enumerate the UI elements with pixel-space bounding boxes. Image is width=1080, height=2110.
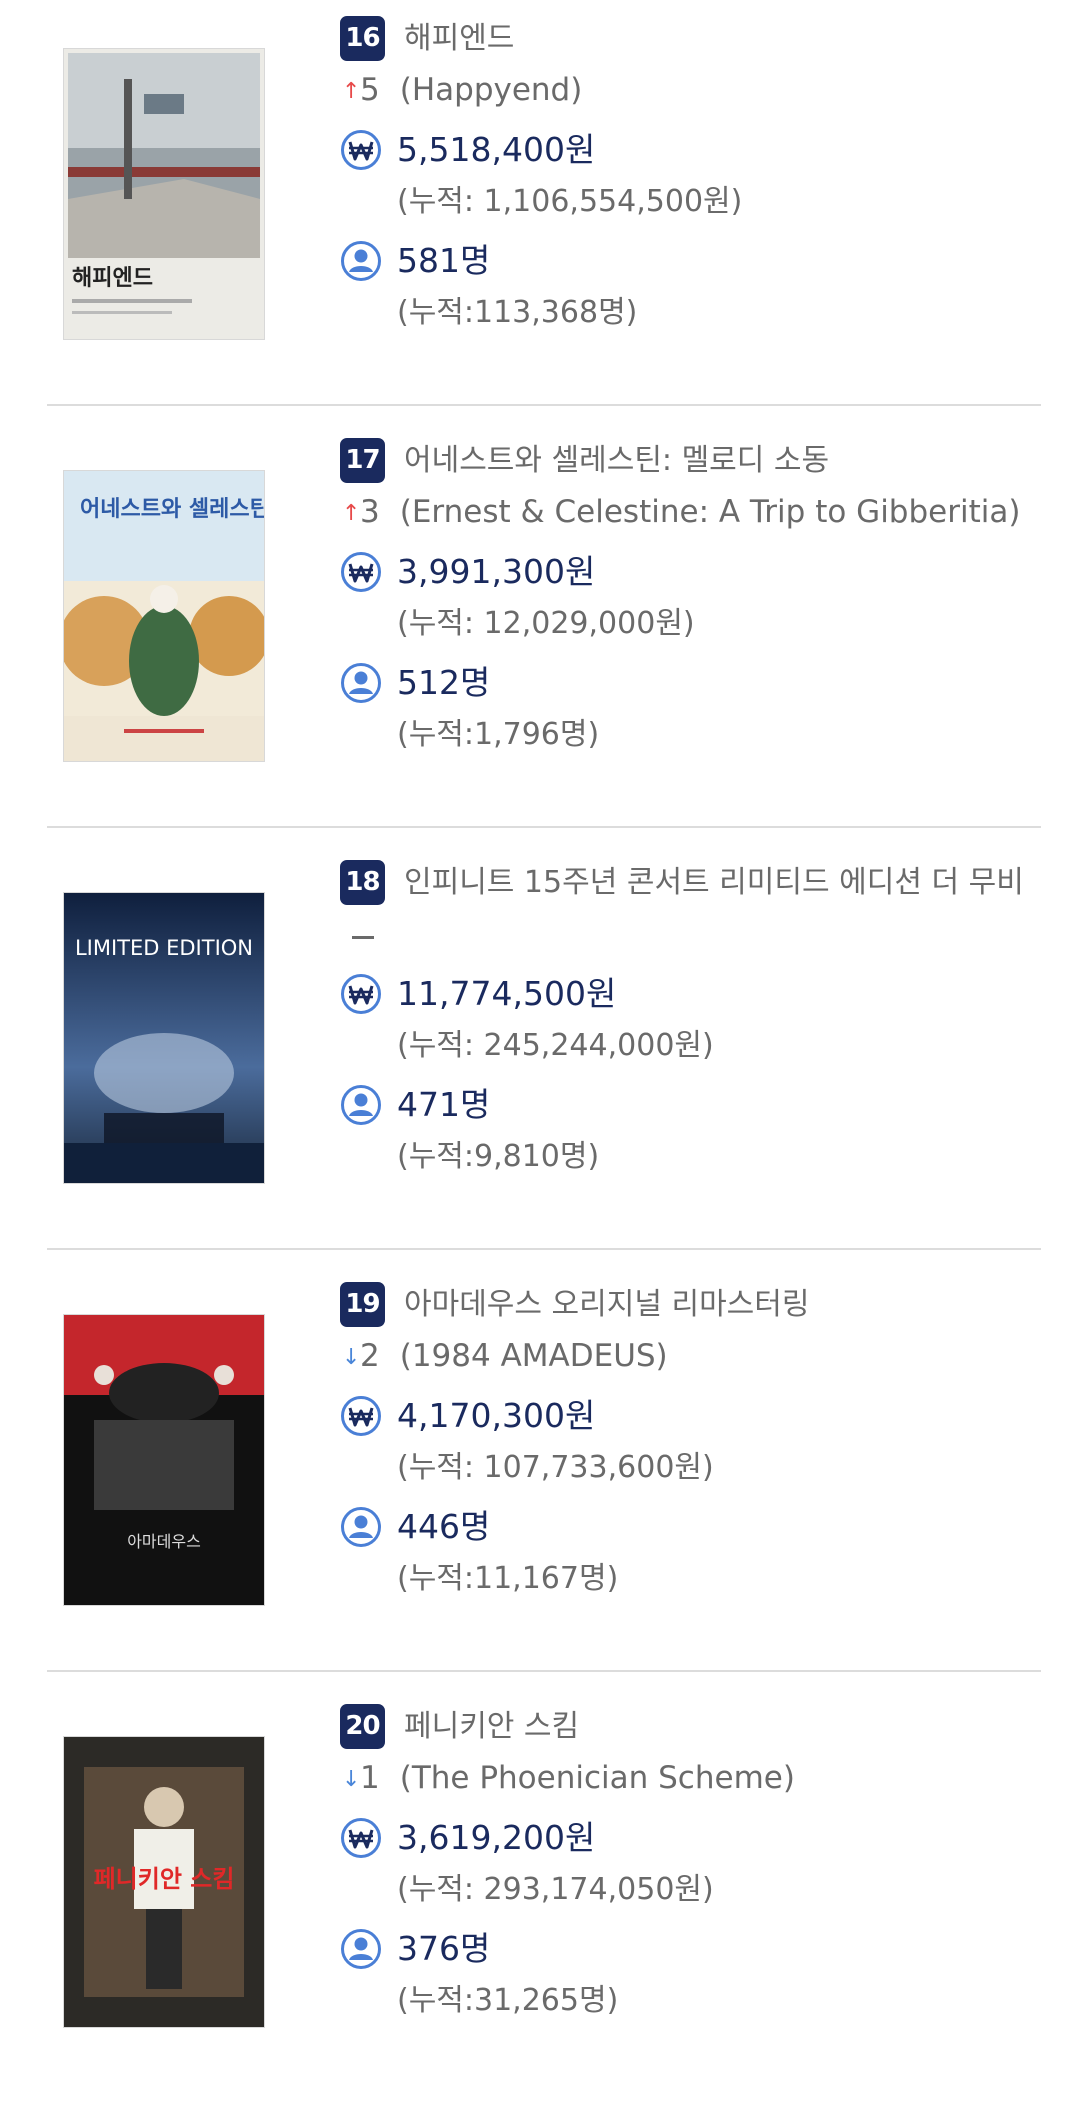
- cumulative-audience: (누적:1,796명): [397, 717, 600, 752]
- daily-audience: 446명: [397, 1507, 491, 1546]
- movie-poster[interactable]: 어네스트와 셀레스틴: [63, 470, 265, 762]
- rank-change: ↑3 (Ernest & Celestine: A Trip to Gibberi…: [342, 492, 1020, 534]
- rank-badge: 20: [340, 1704, 385, 1749]
- box-office-entry[interactable]: 해피엔드 16 해피엔드 ↑5 (Happyend) 5,518,400원 (누적…: [0, 0, 1080, 422]
- rank-badge: 18: [340, 860, 385, 905]
- poster-image: 아마데우스: [64, 1315, 264, 1605]
- original-title: (Happyend): [399, 72, 583, 108]
- divider: [47, 404, 1041, 406]
- arrow-down-icon: ↓: [342, 1767, 361, 1792]
- cumulative-sales: (누적: 293,174,050원): [397, 1872, 714, 1907]
- cumulative-sales: (누적: 107,733,600원): [397, 1450, 714, 1485]
- rank-change: ↓2 (1984 AMADEUS): [342, 1336, 668, 1378]
- daily-sales: 4,170,300원: [397, 1396, 596, 1435]
- arrow-down-icon: ↓: [342, 1345, 361, 1370]
- won-icon: [340, 1395, 382, 1437]
- person-icon: [340, 1928, 382, 1970]
- cumulative-audience: (누적:9,810명): [397, 1139, 600, 1174]
- won-icon: [340, 129, 382, 171]
- poster-image: 해피엔드: [64, 49, 264, 339]
- won-icon: [340, 1817, 382, 1859]
- won-icon: [340, 973, 382, 1015]
- movie-title[interactable]: 해피엔드: [404, 16, 514, 61]
- arrow-up-icon: ↑: [342, 79, 361, 104]
- person-icon: [340, 1506, 382, 1548]
- poster-image: 페니키안 스킴: [64, 1737, 264, 2027]
- person-icon: [340, 240, 382, 282]
- movie-title[interactable]: 아마데우스 오리지널 리마스터링: [404, 1282, 809, 1327]
- rank-change-amount: 2: [360, 1338, 380, 1374]
- poster-title: 아마데우스: [127, 1532, 201, 1551]
- box-office-entry[interactable]: LIMITED EDITION 18 인피니트 15주년 콘서트 리미티드 에디…: [0, 844, 1080, 1266]
- daily-audience: 581명: [397, 241, 491, 280]
- rank-change-amount: 5: [360, 72, 380, 108]
- original-title: (Ernest & Celestine: A Trip to Gibberiti…: [399, 494, 1021, 530]
- divider: [47, 826, 1041, 828]
- divider: [47, 1248, 1041, 1250]
- won-icon: [340, 551, 382, 593]
- cumulative-audience: (누적:11,167명): [397, 1561, 619, 1596]
- divider: [47, 1670, 1041, 1672]
- movie-title[interactable]: 페니키안 스킴: [404, 1704, 579, 1749]
- poster-title: 해피엔드: [72, 266, 153, 291]
- poster-title: 페니키안 스킴: [94, 1865, 235, 1893]
- movie-poster[interactable]: 아마데우스: [63, 1314, 265, 1606]
- original-title: (1984 AMADEUS): [399, 1338, 668, 1374]
- rank-badge: 16: [340, 16, 385, 61]
- cumulative-sales: (누적: 245,244,000원): [397, 1028, 714, 1063]
- daily-sales: 3,991,300원: [397, 552, 596, 591]
- original-title: (The Phoenician Scheme): [399, 1760, 795, 1796]
- no-change-indicator: [352, 936, 374, 939]
- daily-audience: 376명: [397, 1929, 491, 1968]
- person-icon: [340, 662, 382, 704]
- cumulative-sales: (누적: 12,029,000원): [397, 606, 695, 641]
- rank-change-amount: 1: [360, 1760, 380, 1796]
- daily-sales: 11,774,500원: [397, 974, 617, 1013]
- movie-poster[interactable]: 해피엔드: [63, 48, 265, 340]
- poster-image: 어네스트와 셀레스틴: [64, 471, 264, 761]
- daily-sales: 5,518,400원: [397, 130, 596, 169]
- poster-image: LIMITED EDITION: [64, 893, 264, 1183]
- movie-poster[interactable]: LIMITED EDITION: [63, 892, 265, 1184]
- box-office-entry[interactable]: 페니키안 스킴 20 페니키안 스킴 ↓1 (The Phoenician Sch…: [0, 1688, 1080, 2110]
- poster-title: 어네스트와 셀레스틴: [80, 497, 264, 522]
- cumulative-audience: (누적:113,368명): [397, 295, 638, 330]
- arrow-up-icon: ↑: [342, 501, 361, 526]
- cumulative-audience: (누적:31,265명): [397, 1983, 619, 2018]
- cumulative-sales: (누적: 1,106,554,500원): [397, 184, 743, 219]
- movie-poster[interactable]: 페니키안 스킴: [63, 1736, 265, 2028]
- box-office-entry[interactable]: 아마데우스 19 아마데우스 오리지널 리마스터링 ↓2 (1984 AMADEU…: [0, 1266, 1080, 1688]
- rank-change: ↑5 (Happyend): [342, 70, 582, 112]
- person-icon: [340, 1084, 382, 1126]
- rank-badge: 19: [340, 1282, 385, 1327]
- box-office-entry[interactable]: 어네스트와 셀레스틴 17 어네스트와 셀레스틴: 멜로디 소동 ↑3 (Erne…: [0, 422, 1080, 844]
- rank-change-amount: 3: [360, 494, 380, 530]
- movie-title[interactable]: 인피니트 15주년 콘서트 리미티드 에디션 더 무비: [404, 860, 1024, 905]
- daily-audience: 512명: [397, 663, 491, 702]
- rank-change: ↓1 (The Phoenician Scheme): [342, 1758, 795, 1800]
- rank-badge: 17: [340, 438, 385, 483]
- daily-audience: 471명: [397, 1085, 491, 1124]
- poster-title: LIMITED EDITION: [75, 936, 253, 960]
- daily-sales: 3,619,200원: [397, 1818, 596, 1857]
- movie-title[interactable]: 어네스트와 셀레스틴: 멜로디 소동: [404, 438, 829, 483]
